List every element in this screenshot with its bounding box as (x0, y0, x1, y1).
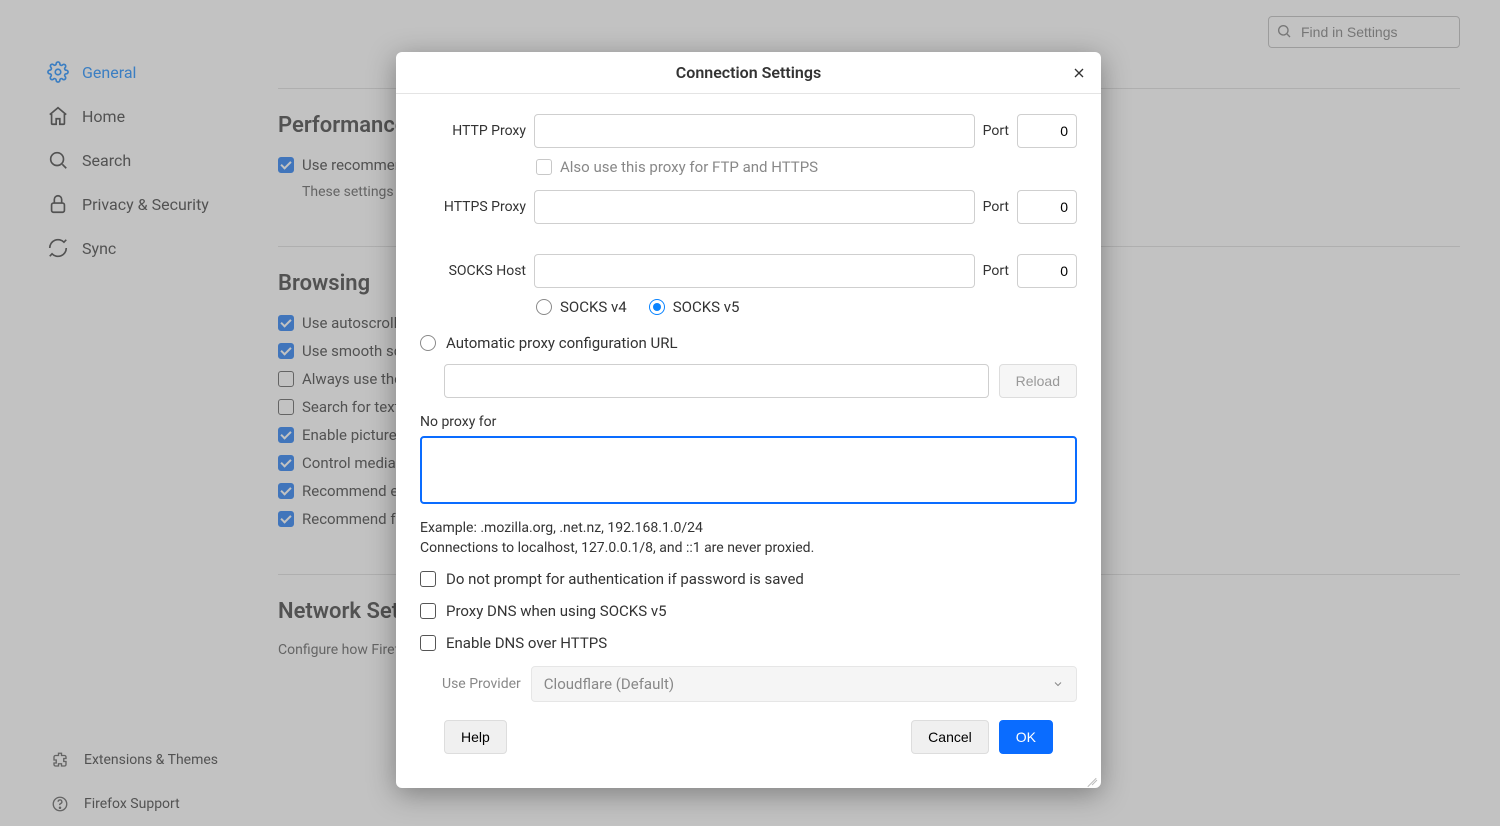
dialog-footer: Help Cancel OK (420, 720, 1077, 774)
socks-host-label: SOCKS Host (420, 263, 526, 279)
proxy-dns-socks5-checkbox[interactable] (420, 603, 436, 619)
pac-url-input[interactable] (444, 364, 989, 398)
provider-select[interactable]: Cloudflare (Default) (531, 666, 1077, 702)
no-auth-prompt-checkbox[interactable] (420, 571, 436, 587)
http-proxy-label: HTTP Proxy (420, 123, 526, 139)
use-provider-label: Use Provider (442, 676, 521, 692)
dialog-header: Connection Settings (396, 52, 1101, 94)
https-proxy-input[interactable] (534, 190, 975, 224)
http-port-input[interactable] (1017, 114, 1077, 148)
cancel-button[interactable]: Cancel (911, 720, 989, 754)
radio-label: SOCKS v5 (673, 298, 740, 316)
radio-label: Automatic proxy configuration URL (446, 334, 678, 352)
https-port-input[interactable] (1017, 190, 1077, 224)
port-label: Port (983, 123, 1009, 139)
radio-label: SOCKS v4 (560, 298, 627, 316)
socks-host-input[interactable] (534, 254, 975, 288)
socks-v5-radio[interactable] (649, 299, 665, 315)
dialog-title: Connection Settings (676, 63, 821, 82)
example-hint: Example: .mozilla.org, .net.nz, 192.168.… (420, 520, 1077, 536)
port-label: Port (983, 263, 1009, 279)
close-button[interactable] (1067, 61, 1091, 85)
checkbox-label: Enable DNS over HTTPS (446, 634, 607, 652)
https-proxy-label: HTTPS Proxy (420, 199, 526, 215)
chevron-down-icon (1052, 678, 1064, 690)
provider-value: Cloudflare (Default) (544, 675, 674, 693)
no-proxy-textarea[interactable] (420, 436, 1077, 504)
ok-button[interactable]: OK (999, 720, 1053, 754)
checkbox-label: Do not prompt for authentication if pass… (446, 570, 804, 588)
auto-pac-radio[interactable] (420, 335, 436, 351)
enable-doh-checkbox[interactable] (420, 635, 436, 651)
socks-v4-radio[interactable] (536, 299, 552, 315)
http-proxy-input[interactable] (534, 114, 975, 148)
close-icon (1071, 65, 1087, 81)
help-button[interactable]: Help (444, 720, 507, 754)
also-ftp-https-checkbox[interactable] (536, 159, 552, 175)
reload-button[interactable]: Reload (999, 364, 1077, 398)
no-proxy-label: No proxy for (420, 414, 1077, 430)
resize-grip[interactable] (1085, 772, 1099, 786)
socks-port-input[interactable] (1017, 254, 1077, 288)
localhost-hint: Connections to localhost, 127.0.0.1/8, a… (420, 540, 1077, 556)
connection-settings-dialog: Connection Settings HTTP Proxy Port Also… (396, 52, 1101, 788)
checkbox-label: Proxy DNS when using SOCKS v5 (446, 602, 667, 620)
dialog-body[interactable]: HTTP Proxy Port Also use this proxy for … (396, 94, 1101, 788)
checkbox-label: Also use this proxy for FTP and HTTPS (560, 158, 818, 176)
port-label: Port (983, 199, 1009, 215)
